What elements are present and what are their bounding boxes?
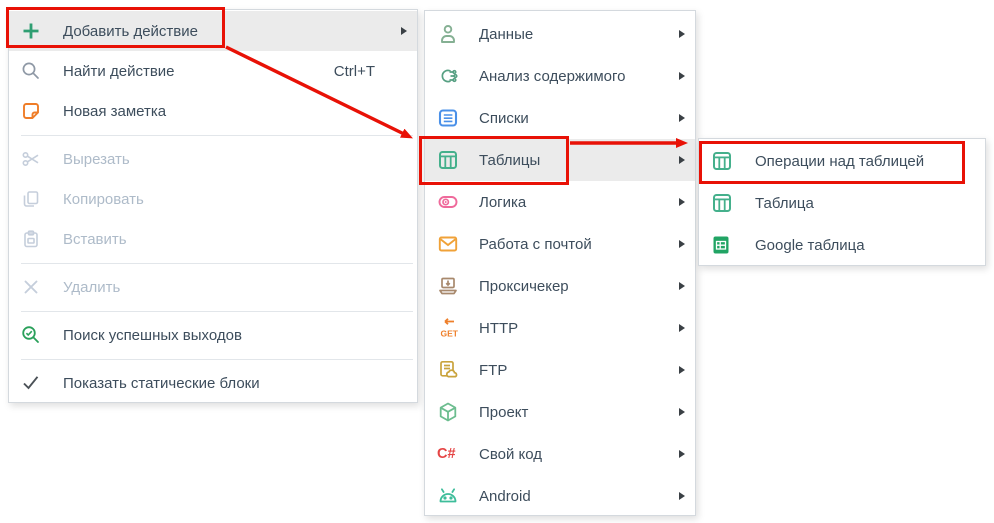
submenu-arrow-icon [671, 450, 685, 458]
logic-icon [437, 190, 463, 214]
list-icon [437, 106, 463, 130]
menu-item-label: Свой код [479, 445, 543, 463]
menu-item-label: Списки [479, 109, 529, 127]
menu-item-table[interactable]: Таблица [699, 182, 985, 224]
menu-item-label: Найти действие [63, 62, 175, 80]
submenu-arrow-icon [671, 324, 685, 332]
add-action-submenu: Данные Анализ содержимого Списки Таблицы Лог… [424, 10, 696, 516]
table-icon [711, 149, 737, 173]
table-icon [711, 191, 737, 215]
menu-item-logic[interactable]: Логика [425, 181, 695, 223]
menu-item-label: Данные [479, 25, 534, 43]
menu-separator [21, 134, 413, 136]
submenu-arrow-icon [671, 492, 685, 500]
http-get-icon: GET [437, 316, 463, 340]
menu-item-android[interactable]: Android [425, 475, 695, 517]
submenu-arrow-icon [671, 30, 685, 38]
menu-item-data[interactable]: Данные [425, 13, 695, 55]
context-menu-screenshot: Добавить действие Найти действие Ctrl+T Нов… [0, 0, 994, 523]
analysis-icon [437, 64, 463, 88]
menu-item-label: Таблицы [479, 151, 541, 169]
table-icon [437, 148, 463, 172]
menu-item-proxychecker[interactable]: Проксичекер [425, 265, 695, 307]
menu-item-label: Поиск успешных выходов [63, 326, 242, 344]
menu-separator [21, 262, 413, 264]
menu-item-copy: Копировать [9, 179, 417, 219]
menu-item-label: FTP [479, 361, 508, 379]
menu-item-label: Вырезать [63, 150, 130, 168]
menu-separator [21, 310, 413, 312]
menu-item-label: Новая заметка [63, 102, 167, 120]
menu-item-label: Копировать [63, 190, 144, 208]
paste-icon [21, 227, 47, 251]
submenu-arrow-icon [671, 240, 685, 248]
google-sheet-icon [711, 233, 737, 257]
csharp-icon: C# [437, 446, 456, 462]
proxy-icon [437, 274, 463, 298]
search-success-icon [21, 323, 47, 347]
menu-item-ftp[interactable]: FTP [425, 349, 695, 391]
submenu-arrow-icon [671, 366, 685, 374]
project-icon [437, 400, 463, 424]
search-icon [21, 59, 47, 83]
menu-item-label: Анализ содержимого [479, 67, 626, 85]
menu-item-google-table[interactable]: Google таблица [699, 224, 985, 266]
submenu-arrow-icon [671, 408, 685, 416]
submenu-arrow-icon [671, 198, 685, 206]
menu-item-shortcut: Ctrl+T [333, 62, 375, 80]
submenu-arrow-icon [393, 27, 407, 35]
menu-item-label: Android [479, 487, 531, 505]
menu-item-label: Проект [479, 403, 529, 421]
menu-item-label: Проксичекер [479, 277, 569, 295]
menu-item-label: Показать статические блоки [63, 374, 260, 392]
menu-item-own-code[interactable]: C# Свой код [425, 433, 695, 475]
menu-item-label: Удалить [63, 278, 121, 296]
tables-submenu: Операции над таблицей Таблица Google табли… [698, 138, 986, 266]
android-icon [437, 484, 463, 508]
note-icon [21, 99, 47, 123]
submenu-arrow-icon [671, 156, 685, 164]
user-icon [437, 22, 463, 46]
menu-item-label: Добавить действие [63, 22, 198, 40]
copy-icon [21, 187, 47, 211]
submenu-arrow-icon [671, 114, 685, 122]
menu-item-label: HTTP [479, 319, 519, 337]
menu-item-delete: Удалить [9, 267, 417, 307]
menu-item-http[interactable]: GET HTTP [425, 307, 695, 349]
mail-icon [437, 232, 463, 256]
menu-item-paste: Вставить [9, 219, 417, 259]
menu-item-new-note[interactable]: Новая заметка [9, 91, 417, 131]
menu-item-cut: Вырезать [9, 139, 417, 179]
menu-item-label: Таблица [755, 194, 814, 212]
cut-icon [21, 147, 47, 171]
delete-icon [21, 275, 47, 299]
menu-item-label: Логика [479, 193, 527, 211]
menu-separator [21, 358, 413, 360]
ftp-icon [437, 358, 463, 382]
submenu-arrow-icon [671, 72, 685, 80]
menu-item-search-successful-exits[interactable]: Поиск успешных выходов [9, 315, 417, 355]
menu-item-label: Работа с почтой [479, 235, 592, 253]
main-context-menu: Добавить действие Найти действие Ctrl+T Нов… [8, 9, 418, 403]
menu-item-find-action[interactable]: Найти действие Ctrl+T [9, 51, 417, 91]
menu-item-lists[interactable]: Списки [425, 97, 695, 139]
menu-item-table-operations[interactable]: Операции над таблицей [699, 140, 985, 182]
menu-item-add-action[interactable]: Добавить действие [9, 11, 417, 51]
menu-item-label: Google таблица [755, 236, 865, 254]
menu-item-mail[interactable]: Работа с почтой [425, 223, 695, 265]
check-icon [21, 371, 47, 395]
menu-item-label: Вставить [63, 230, 127, 248]
menu-item-tables[interactable]: Таблицы [425, 139, 695, 181]
menu-item-content-analysis[interactable]: Анализ содержимого [425, 55, 695, 97]
svg-text:GET: GET [441, 329, 459, 339]
plus-icon [21, 19, 47, 43]
submenu-arrow-icon [671, 282, 685, 290]
menu-item-show-static-blocks[interactable]: Показать статические блоки [9, 363, 417, 403]
menu-item-project[interactable]: Проект [425, 391, 695, 433]
menu-item-label: Операции над таблицей [755, 152, 925, 170]
